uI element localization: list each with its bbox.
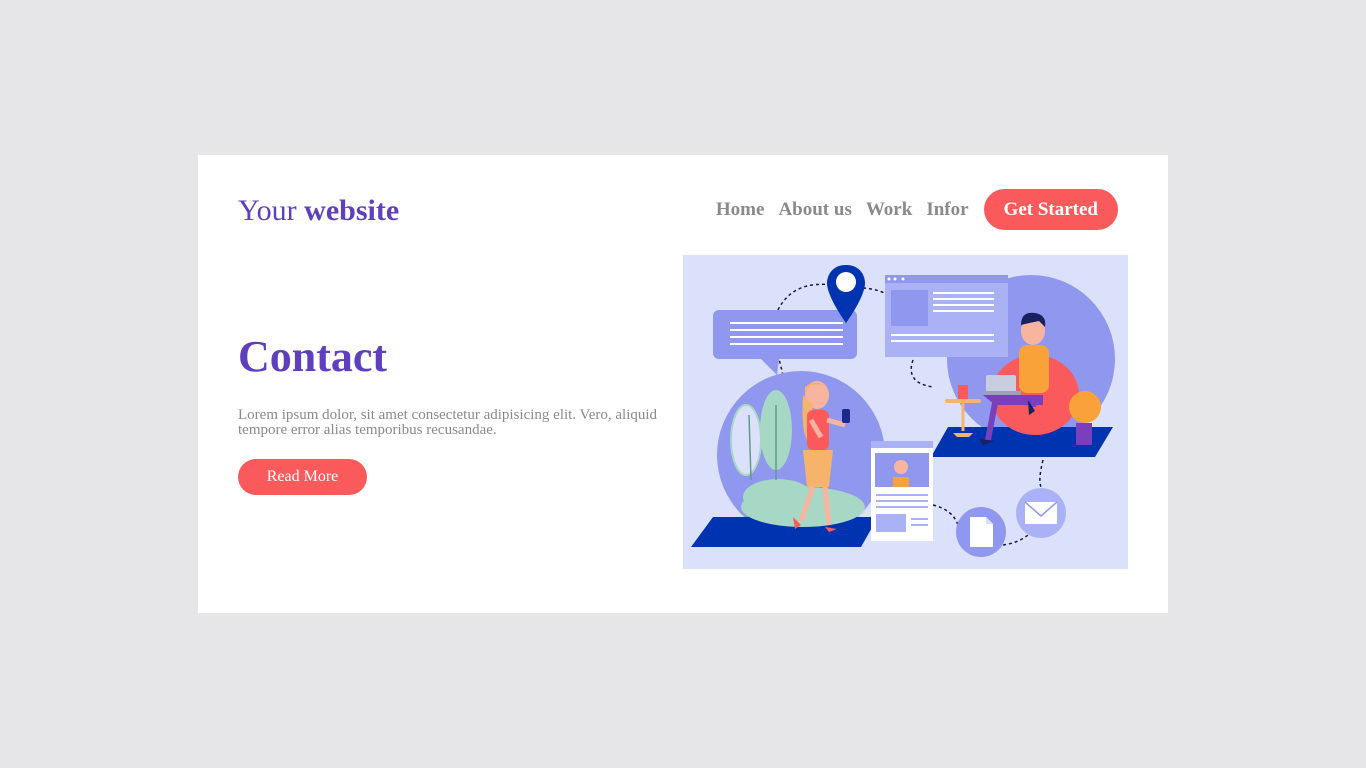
landing-card: Your website Home About us Work Infor Ge…	[198, 155, 1168, 613]
hero-illustration	[683, 255, 1128, 569]
contact-illustration-svg	[691, 265, 1115, 557]
document-icon	[956, 507, 1006, 557]
envelope-icon	[1016, 488, 1066, 538]
read-more-button[interactable]: Read More	[238, 459, 367, 495]
nav-link-about-us[interactable]: About us	[778, 189, 851, 230]
site-logo[interactable]: Your website	[238, 193, 399, 229]
logo-text-light: Your	[238, 194, 297, 227]
profile-card-icon	[871, 441, 933, 541]
get-started-button[interactable]: Get Started	[983, 189, 1118, 230]
nav-link-home[interactable]: Home	[716, 189, 765, 230]
hero-description: Lorem ipsum dolor, sit amet consectetur …	[238, 407, 658, 438]
nav-link-work[interactable]: Work	[866, 189, 912, 230]
browser-window-icon	[885, 275, 1008, 357]
logo-text-bold: website	[304, 194, 400, 227]
chat-bubble-icon	[713, 310, 857, 375]
nav-link-infor[interactable]: Infor	[926, 189, 968, 230]
main-nav: Home About us Work Infor Get Started	[716, 189, 1118, 230]
hero-title: Contact	[238, 332, 388, 381]
